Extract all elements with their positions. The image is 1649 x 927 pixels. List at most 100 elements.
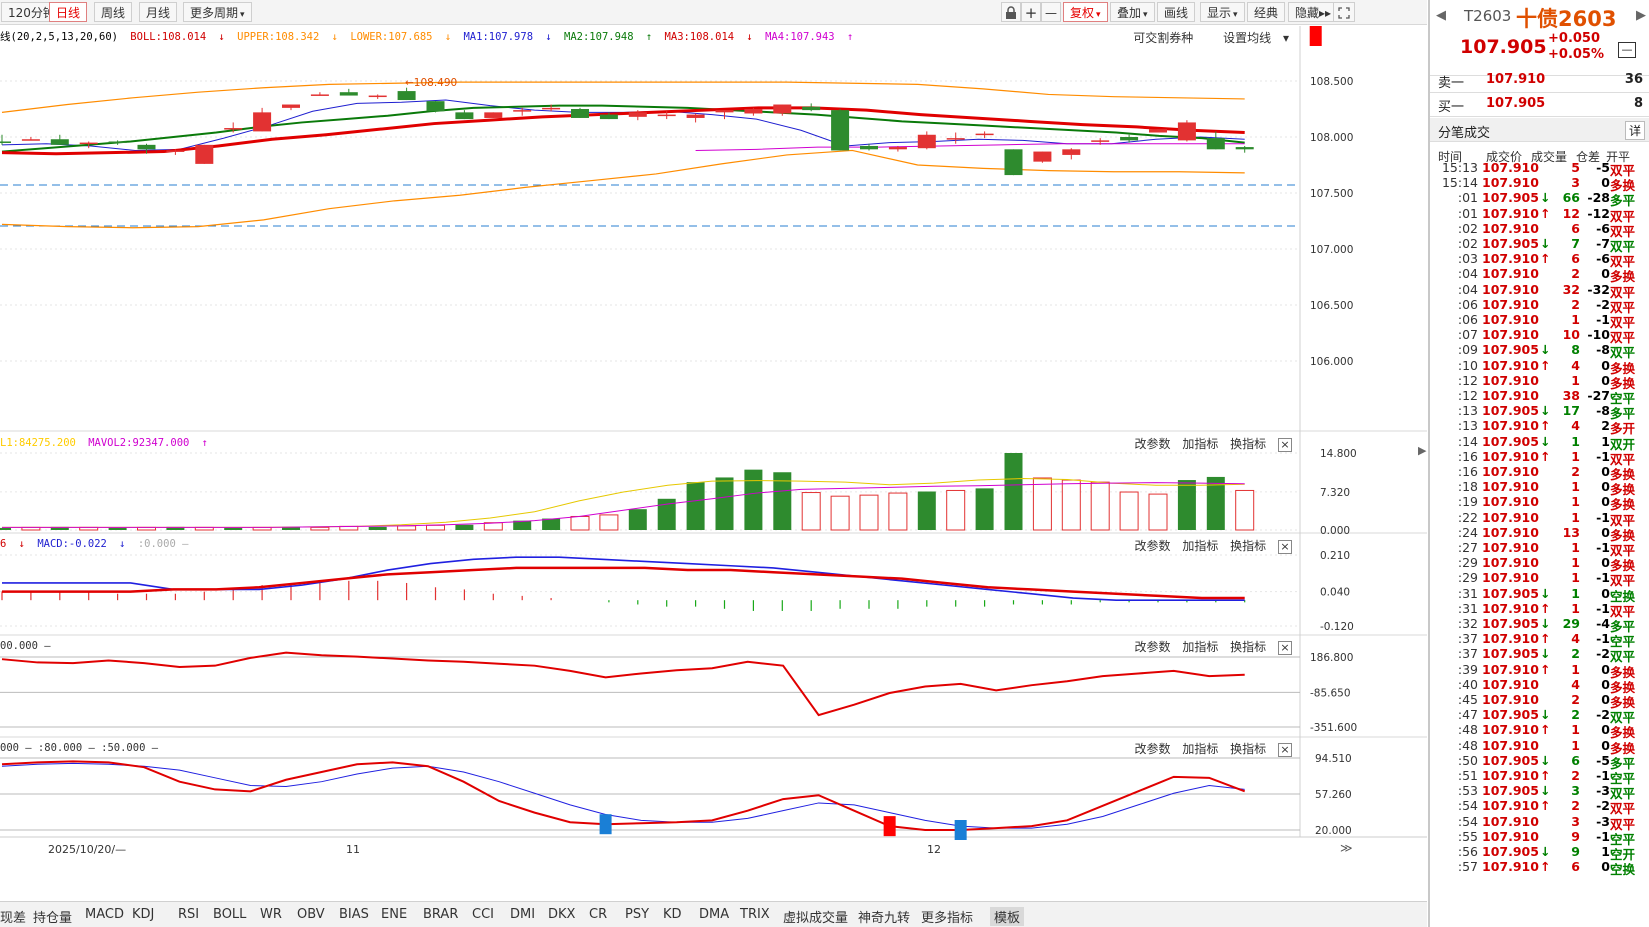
vol-swap-indicator-button[interactable]: 换指标 bbox=[1230, 437, 1266, 451]
tick-row: :57 107.910↑ 6 0 空换 bbox=[1430, 859, 1649, 878]
hide-button[interactable]: 隐藏▸▸ bbox=[1288, 2, 1339, 22]
indicator-tab-1[interactable]: 持仓量 bbox=[33, 907, 72, 926]
draw-line-button[interactable]: 画线 bbox=[1157, 2, 1196, 22]
cci-add-indicator-button[interactable]: 加指标 bbox=[1182, 640, 1218, 654]
indicator-tab-14[interactable]: CR bbox=[589, 907, 607, 922]
tick-direction-arrow: ↑ bbox=[1539, 859, 1551, 875]
macd-close-icon[interactable]: × bbox=[1278, 540, 1292, 554]
indicator-tab-16[interactable]: KD bbox=[663, 907, 682, 922]
period-daily-button[interactable]: 日线 bbox=[49, 2, 88, 22]
tick-oi-change: -3 bbox=[1596, 813, 1610, 829]
lock-icon[interactable] bbox=[1001, 2, 1021, 22]
kdj-swap-indicator-button[interactable]: 换指标 bbox=[1230, 742, 1266, 756]
tick-price: 107.910 bbox=[1482, 828, 1539, 844]
tick-direction-arrow: ↑ bbox=[1539, 600, 1551, 616]
restore-right-dropdown[interactable]: 复权 ▾ bbox=[1063, 2, 1108, 22]
more-period-dropdown[interactable]: 更多周期 ▾ bbox=[183, 2, 252, 22]
tick-row: :19 107.910 1 0 多换 bbox=[1430, 494, 1649, 512]
next-symbol-icon[interactable]: ▶ bbox=[1636, 8, 1646, 23]
tick-oi-change: 0 bbox=[1601, 524, 1610, 540]
tick-price: 107.910 bbox=[1482, 722, 1539, 738]
vol-close-icon[interactable]: × bbox=[1278, 438, 1292, 452]
kline-chart-area[interactable]: 108.500 108.000 107.500 107.000 106.500 106.0… bbox=[0, 26, 1427, 901]
expand-icon[interactable] bbox=[1333, 2, 1355, 22]
chart-svg[interactable]: 108.500 108.000 107.500 107.000 106.500 106.0… bbox=[0, 26, 1427, 901]
indicator-tab-6[interactable]: WR bbox=[260, 907, 282, 922]
tick-oi-change: 0 bbox=[1601, 494, 1610, 510]
period-weekly-button[interactable]: 周线 bbox=[94, 2, 133, 22]
indicator-tab-4[interactable]: RSI bbox=[178, 907, 199, 922]
tick-price-cell: 107.910 bbox=[1482, 373, 1540, 388]
quote-side-panel: ◀ T2603 十债2603 ▶ 107.905 +0.050 +0.05% —… bbox=[1418, 0, 1649, 927]
tick-volume: 1 bbox=[1571, 312, 1580, 327]
indicator-tab-5[interactable]: BOLL bbox=[213, 907, 246, 922]
indicator-tab-9[interactable]: ENE bbox=[381, 907, 407, 922]
vol-add-indicator-button[interactable]: 加指标 bbox=[1182, 437, 1218, 451]
prev-symbol-icon[interactable]: ◀ bbox=[1436, 8, 1446, 23]
classic-button[interactable]: 经典 bbox=[1247, 2, 1286, 22]
indicator-tab-21[interactable]: 更多指标 bbox=[921, 907, 973, 926]
tick-row: :01 107.905↓ 66 -28 多平 bbox=[1430, 190, 1649, 208]
indicator-tab-7[interactable]: OBV bbox=[297, 907, 325, 922]
panel-toggle-icon[interactable]: ▶ bbox=[1418, 444, 1426, 457]
volume-bar bbox=[888, 492, 908, 531]
zoom-in-button[interactable]: + bbox=[1021, 2, 1041, 22]
cci-params-button[interactable]: 改参数 bbox=[1134, 640, 1170, 654]
candle-body bbox=[744, 109, 763, 114]
kdj-close-icon[interactable]: × bbox=[1278, 743, 1292, 757]
tick-nature: 空换 bbox=[1610, 862, 1636, 878]
legend-ma1-value: MA1:107.978 bbox=[463, 31, 534, 43]
tick-oi-change: -12 bbox=[1587, 205, 1610, 221]
overlay-dropdown[interactable]: 叠加 ▾ bbox=[1110, 2, 1155, 22]
deliverable-bonds-button[interactable]: 可交割券种 bbox=[1133, 31, 1193, 45]
scroll-right-icon[interactable]: ≫ bbox=[1340, 841, 1353, 855]
volume-bar bbox=[542, 518, 561, 530]
tick-volume: 1 bbox=[1571, 722, 1580, 738]
tick-volume: 6 bbox=[1571, 220, 1580, 236]
indicator-tab-0[interactable]: 现差 bbox=[0, 907, 26, 926]
indicator-tab-8[interactable]: BIAS bbox=[339, 907, 369, 922]
indicator-tab-10[interactable]: BRAR bbox=[423, 907, 458, 922]
tick-oi-change: -6 bbox=[1596, 220, 1610, 236]
macd-add-indicator-button[interactable]: 加指标 bbox=[1182, 539, 1218, 553]
cci-legend: 00.000 – bbox=[0, 640, 57, 652]
indicator-tab-22[interactable]: 模板 bbox=[990, 907, 1025, 926]
indicator-tab-17[interactable]: DMA bbox=[699, 907, 729, 922]
zoom-out-button[interactable]: — bbox=[1041, 2, 1061, 22]
indicator-tab-20[interactable]: 神奇九转 bbox=[858, 907, 910, 926]
macd-swap-indicator-button[interactable]: 换指标 bbox=[1230, 539, 1266, 553]
cci-close-icon[interactable]: × bbox=[1278, 641, 1292, 655]
tick-oi-change: 0 bbox=[1601, 175, 1610, 191]
collapse-button[interactable]: — bbox=[1618, 42, 1636, 58]
kdj-add-indicator-button[interactable]: 加指标 bbox=[1182, 742, 1218, 756]
macd-params-button[interactable]: 改参数 bbox=[1134, 539, 1170, 553]
symbol-code: T2603 bbox=[1464, 7, 1512, 25]
period-monthly-button[interactable]: 月线 bbox=[139, 2, 178, 22]
set-ma-dropdown[interactable]: 设置均线 ▾ bbox=[1215, 31, 1289, 45]
tick-oi-change: -10 bbox=[1587, 327, 1610, 343]
tick-row: :16 107.910 2 0 多换 bbox=[1430, 464, 1649, 482]
legend-kdj: 000 – :80.000 – :50.000 – bbox=[0, 742, 159, 754]
vol-params-button[interactable]: 改参数 bbox=[1134, 437, 1170, 451]
indicator-tab-19[interactable]: 虚拟成交量 bbox=[783, 907, 848, 926]
ticks-detail-button[interactable]: 详 bbox=[1624, 121, 1645, 140]
indicator-tab-15[interactable]: PSY bbox=[625, 907, 649, 922]
kdj-params-button[interactable]: 改参数 bbox=[1134, 742, 1170, 756]
indicator-tab-11[interactable]: CCI bbox=[472, 907, 494, 922]
display-dropdown[interactable]: 显示 ▾ bbox=[1200, 2, 1245, 22]
candle-body bbox=[50, 139, 69, 145]
cci-swap-indicator-button[interactable]: 换指标 bbox=[1230, 640, 1266, 654]
indicator-tab-18[interactable]: TRIX bbox=[740, 907, 770, 922]
tick-price: 107.905 bbox=[1482, 752, 1539, 768]
tick-row: :22 107.910 1 -1 双平 bbox=[1430, 510, 1649, 528]
indicator-tab-12[interactable]: DMI bbox=[510, 907, 535, 922]
restore-right-label: 复权 bbox=[1070, 6, 1095, 20]
tick-time: :16 bbox=[1457, 448, 1478, 464]
tick-volume: 1 bbox=[1571, 433, 1580, 449]
candle-body bbox=[397, 91, 416, 101]
tick-time: :02 bbox=[1457, 220, 1478, 236]
indicator-tab-3[interactable]: KDJ bbox=[132, 907, 154, 922]
indicator-tab-2[interactable]: MACD bbox=[85, 907, 124, 922]
indicator-tab-13[interactable]: DKX bbox=[548, 907, 575, 922]
tick-time: :06 bbox=[1457, 296, 1478, 312]
